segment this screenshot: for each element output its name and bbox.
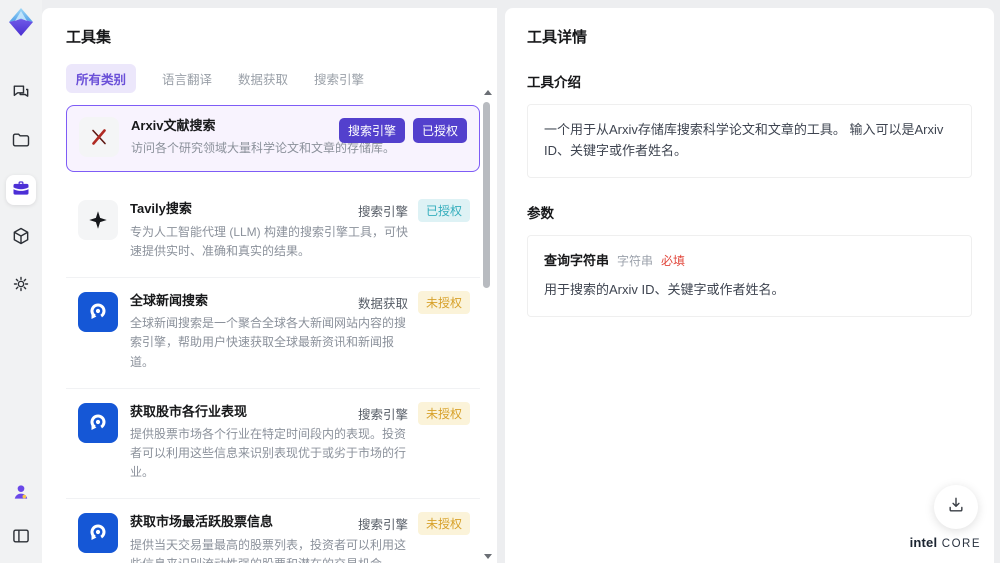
tool-item-stock-sectors[interactable]: 获取股市各行业表现 提供股票市场各个行业在特定时间段内的表现。投资者可以利用这些… [66, 388, 480, 500]
tool-item-active-stocks[interactable]: 获取市场最活跃股票信息 提供当天交易量最高的股票列表，投资者可以利用这些信息来识… [66, 499, 480, 563]
user-avatar[interactable] [6, 477, 36, 507]
scroll-up-arrow[interactable] [484, 90, 492, 95]
tavily-star-icon [78, 200, 118, 241]
tool-description: 全球新闻搜索是一个聚合全球各大新闻网站内容的搜索引擎，帮助用户快速获取全球最新资… [130, 316, 407, 369]
tool-meta: 搜索引擎 未授权 [357, 401, 470, 425]
tool-meta: 搜索引擎 未授权 [357, 512, 470, 536]
tool-list-panel: 工具集 所有类别 语言翻译 数据获取 搜索引擎 Arxiv文献搜索 访问各个研究… [42, 8, 497, 563]
cube-icon [11, 226, 31, 251]
parameter-name: 查询字符串 [544, 252, 610, 268]
category-label: 搜索引擎 [357, 518, 408, 533]
news-app-icon [78, 513, 118, 554]
tool-meta: 搜索引擎 已授权 [357, 199, 470, 223]
tool-item-tavily[interactable]: Tavily搜索 专为人工智能代理 (LLM) 构建的搜索引擎工具，可快速提供实… [66, 186, 480, 278]
folder-icon [11, 130, 31, 155]
scroll-down-arrow[interactable] [484, 554, 492, 559]
tool-rows: Tavily搜索 专为人工智能代理 (LLM) 构建的搜索引擎工具，可快速提供实… [66, 186, 480, 563]
tab-all-categories[interactable]: 所有类别 [66, 64, 137, 93]
category-label: 搜索引擎 [357, 205, 408, 220]
tab-search-engine[interactable]: 搜索引擎 [314, 69, 364, 88]
tab-language-translation[interactable]: 语言翻译 [162, 69, 212, 88]
tool-item-global-news[interactable]: 全球新闻搜索 全球新闻搜索是一个聚合全球各大新闻网站内容的搜索引擎，帮助用户快速… [66, 277, 480, 389]
arxiv-logo-icon [79, 117, 119, 157]
chat-icon [11, 82, 31, 107]
intel-core-logo: intel CORE [910, 534, 981, 552]
tool-list: Arxiv文献搜索 访问各个研究领域大量科学论文和文章的存储库。 搜索引擎 已授… [66, 105, 480, 563]
category-label: 数据获取 [357, 296, 408, 311]
status-badge: 未授权 [417, 401, 470, 425]
tool-meta: 搜索引擎 已授权 [338, 118, 467, 143]
intro-text: 一个用于从Arxiv存储库搜索科学论文和文章的工具。 输入可以是Arxiv ID… [544, 122, 944, 158]
brand-core: CORE [941, 538, 981, 550]
parameter-description: 用于搜索的Arxiv ID、关键字或作者姓名。 [544, 282, 785, 298]
app-logo [6, 7, 36, 37]
category-tabs: 所有类别 语言翻译 数据获取 搜索引擎 [66, 64, 497, 93]
download-button[interactable] [934, 485, 978, 529]
tool-meta: 数据获取 未授权 [357, 290, 470, 314]
page-title: 工具集 [66, 29, 112, 46]
status-badge: 未授权 [417, 290, 470, 314]
tool-description: 专为人工智能代理 (LLM) 构建的搜索引擎工具，可快速提供实时、准确和真实的结… [130, 224, 409, 258]
category-badge: 搜索引擎 [338, 118, 405, 143]
list-scrollbar[interactable] [482, 90, 492, 559]
status-badge: 已授权 [417, 199, 470, 223]
intro-card: 一个用于从Arxiv存储库搜索科学论文和文章的工具。 输入可以是Arxiv ID… [527, 104, 972, 178]
status-badge: 已授权 [412, 118, 467, 143]
tab-data-fetch[interactable]: 数据获取 [238, 69, 288, 88]
sidebar-item-chat[interactable] [6, 79, 36, 109]
news-app-icon [78, 402, 118, 443]
required-badge: 必填 [661, 253, 686, 268]
sidebar-item-files[interactable] [6, 127, 36, 157]
detail-title: 工具详情 [527, 29, 588, 46]
params-heading: 参数 [527, 205, 554, 221]
panel-divider [497, 0, 505, 563]
toolbox-icon [11, 178, 31, 203]
tool-description: 提供当天交易量最高的股票列表，投资者可以利用这些信息来识别流动性强的股票和潜在的… [130, 537, 407, 563]
brand-intel: intel [909, 535, 938, 550]
gear-icon [11, 274, 31, 299]
status-badge: 未授权 [417, 512, 470, 536]
tool-detail-panel: 工具详情 工具介绍 一个用于从Arxiv存储库搜索科学论文和文章的工具。 输入可… [505, 8, 994, 563]
parameter-header: 查询字符串 字符串 必填 [544, 251, 955, 272]
parameter-card: 查询字符串 字符串 必填 用于搜索的Arxiv ID、关键字或作者姓名。 [527, 234, 972, 318]
tool-item-arxiv[interactable]: Arxiv文献搜索 访问各个研究领域大量科学论文和文章的存储库。 搜索引擎 已授… [66, 105, 480, 173]
download-icon [946, 495, 966, 520]
tool-description: 提供股票市场各个行业在特定时间段内的表现。投资者可以利用这些信息来识别表现优于或… [130, 426, 407, 480]
category-label: 搜索引擎 [357, 407, 408, 422]
scrollbar-thumb[interactable] [483, 102, 490, 288]
sidebar-rail [0, 0, 42, 563]
parameter-type: 字符串 [617, 253, 654, 268]
sidebar-item-settings[interactable] [6, 271, 36, 301]
sidebar-item-tools[interactable] [6, 175, 36, 205]
news-app-icon [78, 291, 118, 332]
sidebar-item-plugins[interactable] [6, 223, 36, 253]
intro-heading: 工具介绍 [527, 75, 581, 90]
collapse-panel-icon[interactable] [6, 521, 36, 551]
